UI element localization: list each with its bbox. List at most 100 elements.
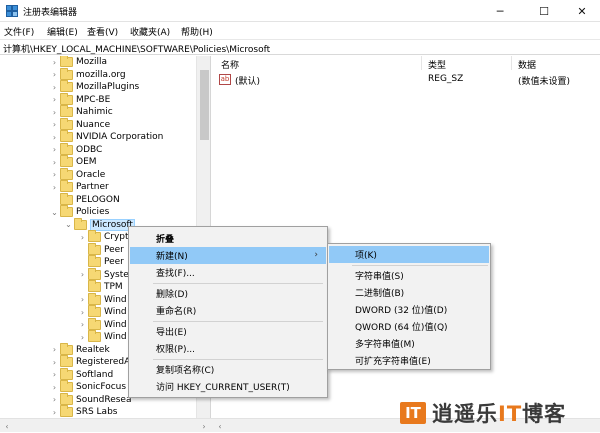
- scroll-left-icon[interactable]: ‹: [0, 419, 14, 433]
- chevron-right-icon[interactable]: ›: [50, 369, 59, 381]
- tree-item[interactable]: › Crypt: [78, 230, 129, 243]
- minimize-button[interactable]: ─: [480, 0, 520, 22]
- menu-item-visit-hkcu[interactable]: 访问 HKEY_CURRENT_USER(T): [130, 378, 326, 395]
- menu-help[interactable]: 帮助(H): [181, 25, 213, 38]
- tree-item[interactable]: › Wind: [78, 330, 127, 343]
- chevron-right-icon[interactable]: ›: [50, 119, 59, 131]
- menu-view[interactable]: 查看(V): [87, 25, 118, 38]
- chevron-right-icon[interactable]: ›: [50, 394, 59, 406]
- submenu-item-qword[interactable]: QWORD (64 位)值(Q): [329, 318, 489, 335]
- menu-item-copy-key-name[interactable]: 复制项名称(C): [130, 361, 326, 378]
- tree-item[interactable]: › MozillaPlugins: [50, 80, 139, 93]
- tree-item[interactable]: › Nahimic: [50, 105, 113, 118]
- tree-item[interactable]: Peer: [78, 242, 124, 256]
- scrollbar-thumb[interactable]: [200, 70, 209, 140]
- chevron-right-icon[interactable]: ›: [50, 69, 59, 81]
- menu-edit[interactable]: 编辑(E): [47, 25, 78, 38]
- menu-item-find[interactable]: 查找(F)...: [130, 264, 326, 281]
- tree-item[interactable]: › SonicFocus: [50, 380, 126, 393]
- chevron-right-icon[interactable]: ›: [50, 356, 59, 368]
- chevron-down-icon[interactable]: ⌄: [50, 206, 59, 218]
- folder-icon: [74, 217, 87, 230]
- column-separator[interactable]: [421, 56, 422, 70]
- chevron-right-icon[interactable]: ›: [50, 344, 59, 356]
- tree-item[interactable]: › Wind: [78, 292, 127, 306]
- folder-icon: [88, 305, 101, 317]
- scroll-left-icon[interactable]: ‹: [213, 419, 227, 433]
- tree-item[interactable]: Peer: [78, 255, 124, 268]
- chevron-right-icon[interactable]: ›: [78, 231, 87, 243]
- menu-item-export[interactable]: 导出(E): [130, 323, 326, 340]
- chevron-right-icon[interactable]: ›: [50, 94, 59, 106]
- scroll-right-icon[interactable]: ›: [197, 419, 211, 433]
- chevron-right-icon[interactable]: ›: [50, 156, 59, 168]
- chevron-right-icon[interactable]: [50, 194, 59, 206]
- tree-item[interactable]: › NVIDIA Corporation: [50, 130, 163, 143]
- submenu-item-expandable-string[interactable]: 可扩充字符串值(E): [329, 352, 489, 369]
- maximize-button[interactable]: ☐: [524, 0, 564, 22]
- submenu-item-binary[interactable]: 二进制值(B): [329, 284, 489, 301]
- chevron-right-icon[interactable]: ›: [78, 306, 87, 318]
- chevron-right-icon[interactable]: ›: [50, 81, 59, 93]
- tree-item[interactable]: › Softland: [50, 367, 113, 381]
- chevron-right-icon[interactable]: ›: [50, 381, 59, 393]
- submenu-item-dword[interactable]: DWORD (32 位)值(D): [329, 301, 489, 318]
- chevron-right-icon[interactable]: [78, 256, 87, 268]
- column-header-type[interactable]: 类型: [428, 58, 446, 71]
- submenu-item-string[interactable]: 字符串值(S): [329, 267, 489, 284]
- tree-item[interactable]: › Nuance: [50, 117, 110, 131]
- chevron-right-icon[interactable]: [78, 281, 87, 293]
- menu-file[interactable]: 文件(F): [4, 25, 34, 38]
- chevron-right-icon[interactable]: ›: [50, 131, 59, 143]
- menu-item-permissions[interactable]: 权限(P)...: [130, 340, 326, 357]
- chevron-right-icon[interactable]: ›: [50, 106, 59, 118]
- chevron-right-icon[interactable]: ›: [78, 331, 87, 343]
- tree-item[interactable]: › ODBC: [50, 142, 102, 156]
- tree-item[interactable]: › MPC-BE: [50, 92, 110, 106]
- chevron-right-icon[interactable]: ›: [50, 169, 59, 181]
- menu-item-new[interactable]: 新建(N) ›: [130, 247, 326, 264]
- folder-icon: [60, 80, 73, 92]
- menu-item-rename[interactable]: 重命名(R): [130, 302, 326, 319]
- submenu-item-key[interactable]: 项(K): [329, 246, 489, 263]
- chevron-right-icon: ›: [314, 250, 318, 260]
- column-separator[interactable]: [511, 56, 512, 70]
- tree-item[interactable]: › Syste: [78, 267, 129, 281]
- tree-item[interactable]: › SoundResea: [50, 392, 131, 406]
- tree-item[interactable]: › Mozilla: [50, 56, 107, 68]
- tree-item[interactable]: › Wind: [78, 305, 127, 318]
- tree-item[interactable]: › Wind: [78, 317, 127, 331]
- close-button[interactable]: ✕: [562, 0, 600, 22]
- tree-item[interactable]: PELOGON: [50, 192, 120, 206]
- tree-item[interactable]: › RegisteredAp: [50, 355, 136, 368]
- column-header-data[interactable]: 数据: [518, 58, 536, 71]
- chevron-right-icon[interactable]: ›: [50, 181, 59, 193]
- column-header-name[interactable]: 名称: [221, 58, 239, 71]
- chevron-right-icon[interactable]: [78, 244, 87, 256]
- tree-item[interactable]: › SRS Labs: [50, 405, 117, 418]
- chevron-down-icon[interactable]: ⌄: [64, 219, 73, 231]
- chevron-right-icon[interactable]: ›: [50, 144, 59, 156]
- chevron-right-icon[interactable]: ›: [50, 56, 59, 68]
- tree-item[interactable]: › Oracle: [50, 167, 105, 181]
- tree-item-policies[interactable]: ⌄ Policies: [50, 205, 109, 218]
- tree-item[interactable]: › OEM: [50, 155, 97, 168]
- tree-item[interactable]: TPM: [78, 280, 123, 293]
- tree-item[interactable]: › mozilla.org: [50, 67, 126, 81]
- chevron-right-icon[interactable]: ›: [78, 269, 87, 281]
- submenu-item-multi-string[interactable]: 多字符串值(M): [329, 335, 489, 352]
- address-bar[interactable]: 计算机\HKEY_LOCAL_MACHINE\SOFTWARE\Policies…: [0, 39, 600, 55]
- tree-item[interactable]: › Realtek: [50, 342, 110, 356]
- menu-favorites[interactable]: 收藏夹(A): [130, 25, 170, 38]
- folder-icon: [60, 92, 73, 105]
- tree-item-microsoft[interactable]: ⌄ Microsoft: [64, 217, 135, 231]
- menu-item-new-label: 新建(N): [156, 252, 188, 262]
- menu-item-collapse[interactable]: 折叠: [130, 230, 326, 247]
- tree-item[interactable]: › Partner: [50, 180, 109, 193]
- chevron-right-icon[interactable]: ›: [78, 294, 87, 306]
- value-name: (默认): [235, 77, 261, 87]
- menu-item-delete[interactable]: 删除(D): [130, 285, 326, 302]
- value-row-default[interactable]: ab (默认) REG_SZ (数值未设置): [213, 73, 600, 87]
- chevron-right-icon[interactable]: ›: [50, 406, 59, 418]
- chevron-right-icon[interactable]: ›: [78, 319, 87, 331]
